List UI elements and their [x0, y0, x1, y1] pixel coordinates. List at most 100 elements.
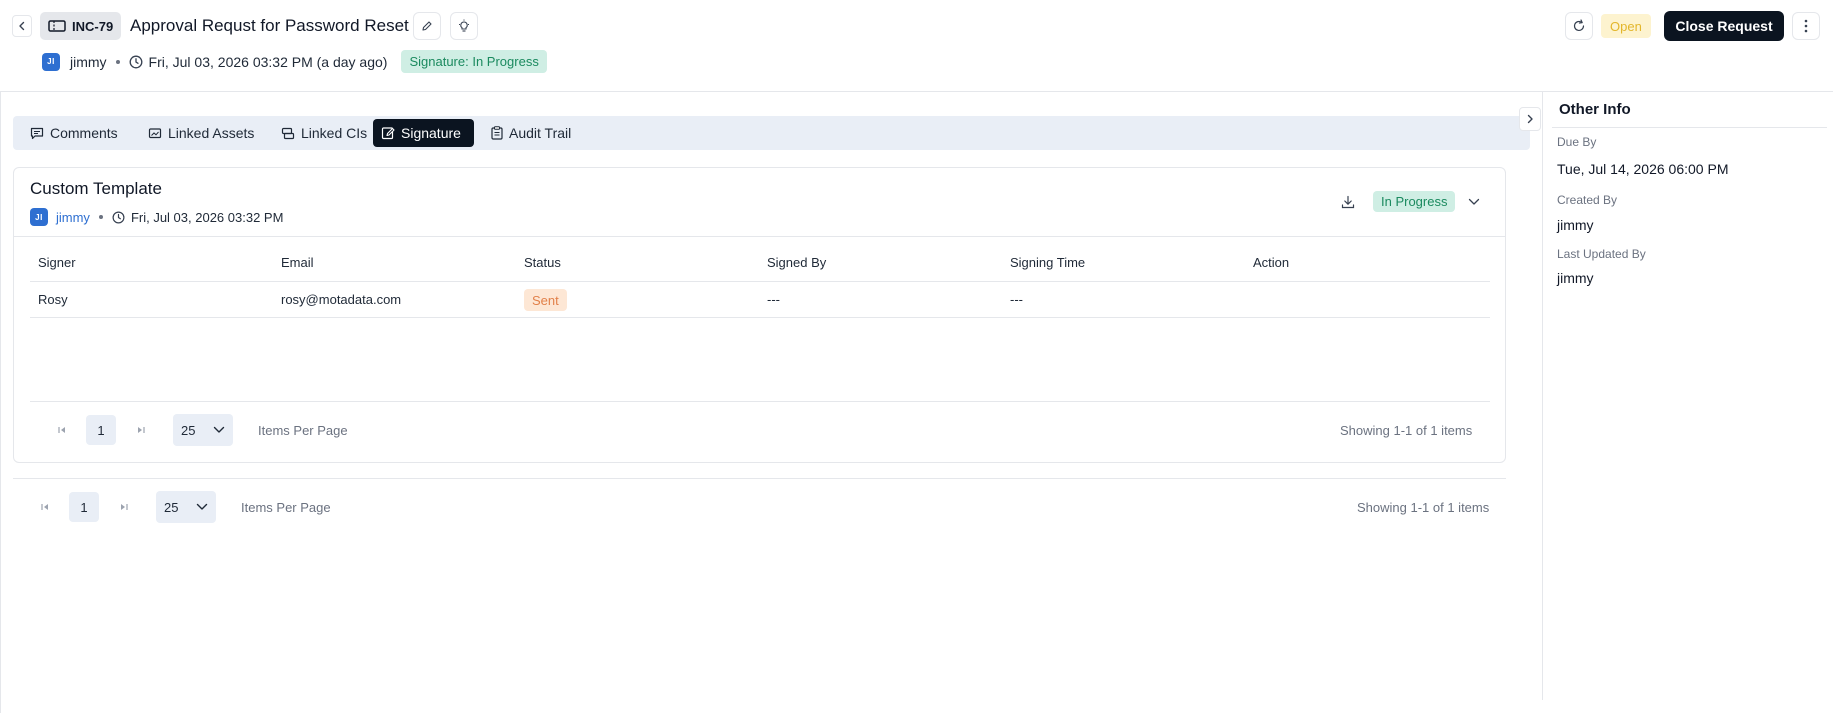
other-info-divider	[1552, 127, 1827, 128]
template-owner-link[interactable]: jimmy	[56, 210, 90, 225]
items-per-page-select[interactable]: 25	[156, 491, 216, 523]
avatar: JI	[42, 52, 60, 71]
first-page-icon	[41, 504, 48, 510]
column-header-signed-by[interactable]: Signed By	[767, 255, 826, 270]
first-page-button[interactable]	[38, 500, 52, 514]
close-request-button[interactable]: Close Request	[1664, 11, 1784, 41]
created-time: Fri, Jul 03, 2026 03:32 PM (a day ago)	[148, 53, 388, 70]
tab-label: Linked Assets	[168, 125, 255, 141]
last-updated-by-value: jimmy	[1557, 270, 1594, 286]
showing-count: Showing 1-1 of 1 items	[1340, 423, 1473, 438]
signer-cell: Rosy	[38, 292, 68, 307]
ticket-id-badge: INC-79	[40, 12, 122, 40]
signing-time-cell: ---	[1010, 292, 1023, 307]
section-divider	[13, 478, 1506, 479]
other-info-title: Other Info	[1559, 101, 1631, 118]
tab-signature[interactable]: Signature	[373, 119, 474, 147]
tab-linked-cis[interactable]: Linked CIs	[273, 119, 375, 147]
last-page-icon	[138, 427, 145, 433]
edit-title-button[interactable]	[413, 12, 441, 40]
header-divider	[0, 91, 1833, 92]
avatar: JI	[30, 208, 48, 226]
column-header-email[interactable]: Email	[281, 255, 314, 270]
collapse-panel-button[interactable]	[1519, 107, 1541, 131]
created-by-value: jimmy	[1557, 217, 1594, 233]
expand-template-button[interactable]	[1465, 193, 1483, 211]
tab-audit-trail[interactable]: Audit Trail	[483, 119, 579, 147]
items-per-page-label: Items Per Page	[241, 500, 331, 515]
per-page-value: 25	[164, 499, 179, 515]
more-vertical-icon	[1804, 19, 1808, 33]
more-options-button[interactable]	[1792, 12, 1820, 40]
refresh-icon	[1573, 19, 1585, 32]
tab-label: Signature	[401, 125, 461, 141]
requester-name[interactable]: jimmy	[70, 54, 107, 70]
first-page-button[interactable]	[55, 423, 69, 437]
asset-icon	[148, 127, 162, 138]
email-cell: rosy@motadata.com	[281, 292, 402, 307]
last-page-icon	[121, 504, 128, 510]
ticket-meta: JI jimmy Fri, Jul 03, 2026 03:32 PM (a d…	[42, 50, 547, 73]
right-panel-border	[1542, 92, 1543, 700]
items-per-page-select[interactable]: 25	[173, 414, 233, 446]
tab-linked-assets[interactable]: Linked Assets	[140, 119, 262, 147]
table-footer-divider	[30, 401, 1490, 402]
status-badge[interactable]: Open	[1601, 14, 1651, 38]
ticket-id: INC-79	[72, 18, 114, 34]
tab-label: Linked CIs	[301, 125, 368, 141]
ticket-icon	[48, 20, 66, 32]
comment-icon	[30, 127, 44, 139]
template-created-time: Fri, Jul 03, 2026 03:32 PM	[130, 209, 284, 225]
tab-comments[interactable]: Comments	[22, 119, 126, 147]
clock-icon	[112, 211, 125, 223]
download-icon	[1341, 195, 1355, 209]
signature-status-badge: Signature: In Progress	[401, 50, 547, 73]
first-page-icon	[58, 427, 65, 433]
left-border	[0, 92, 1, 713]
back-button[interactable]	[12, 15, 32, 37]
tab-label: Comments	[50, 125, 118, 141]
tab-bar: Comments Linked Assets Linked CIs Signat…	[13, 116, 1530, 150]
column-header-signer[interactable]: Signer	[38, 255, 76, 270]
refresh-button[interactable]	[1565, 12, 1593, 40]
chevron-down-icon	[1468, 198, 1480, 205]
clock-icon	[129, 55, 142, 68]
chevron-left-icon	[19, 21, 25, 31]
signed-by-cell: ---	[767, 292, 780, 307]
column-header-signing-time[interactable]: Signing Time	[1010, 255, 1085, 270]
column-header-status[interactable]: Status	[524, 255, 561, 270]
signer-status-badge: Sent	[524, 289, 567, 311]
download-button[interactable]	[1339, 193, 1357, 211]
due-by-label: Due By	[1557, 135, 1597, 149]
showing-count: Showing 1-1 of 1 items	[1357, 500, 1490, 515]
chevron-right-icon	[1527, 114, 1533, 124]
table-header-divider	[30, 281, 1490, 282]
column-header-action[interactable]: Action	[1253, 255, 1289, 270]
clipboard-icon	[491, 126, 503, 140]
created-by-label: Created By	[1557, 193, 1618, 207]
template-status-badge: In Progress	[1373, 191, 1456, 212]
last-updated-by-label: Last Updated By	[1557, 247, 1646, 261]
ci-icon	[281, 127, 295, 139]
per-page-value: 25	[181, 422, 196, 438]
chevron-down-icon	[196, 503, 208, 510]
separator-dot	[98, 215, 103, 219]
signature-icon	[381, 127, 395, 140]
current-page[interactable]: 1	[69, 492, 99, 522]
due-by-value: Tue, Jul 14, 2026 06:00 PM	[1557, 161, 1729, 177]
pencil-icon	[422, 21, 432, 31]
items-per-page-label: Items Per Page	[258, 423, 348, 438]
last-page-button[interactable]	[117, 500, 131, 514]
tab-label: Audit Trail	[509, 125, 572, 141]
table-row-divider	[30, 317, 1490, 318]
current-page[interactable]: 1	[86, 415, 116, 445]
card-header-divider	[14, 236, 1505, 237]
template-meta: JI jimmy Fri, Jul 03, 2026 03:32 PM	[30, 208, 283, 226]
chevron-down-icon	[213, 426, 225, 433]
template-title: Custom Template	[30, 179, 162, 198]
idea-button[interactable]	[450, 12, 478, 40]
lightbulb-icon	[459, 19, 469, 32]
page-title: Approval Requst for Password Reset	[130, 16, 409, 35]
separator-dot	[115, 59, 120, 64]
last-page-button[interactable]	[134, 423, 148, 437]
